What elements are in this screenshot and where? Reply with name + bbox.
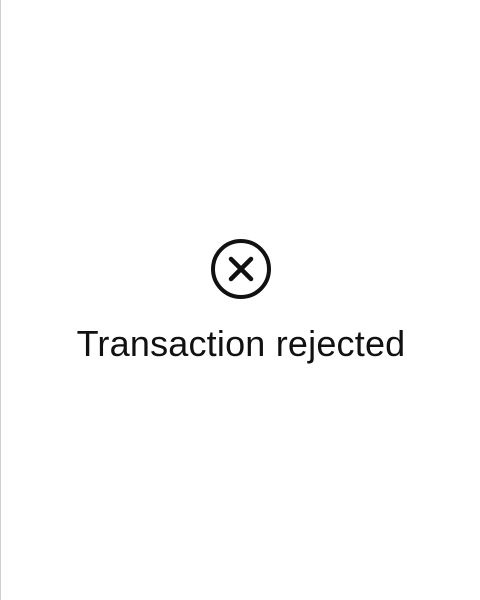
- transaction-status-screen: Transaction rejected: [0, 0, 480, 600]
- transaction-status-message: Transaction rejected: [76, 323, 406, 364]
- close-circle-icon: [209, 237, 273, 301]
